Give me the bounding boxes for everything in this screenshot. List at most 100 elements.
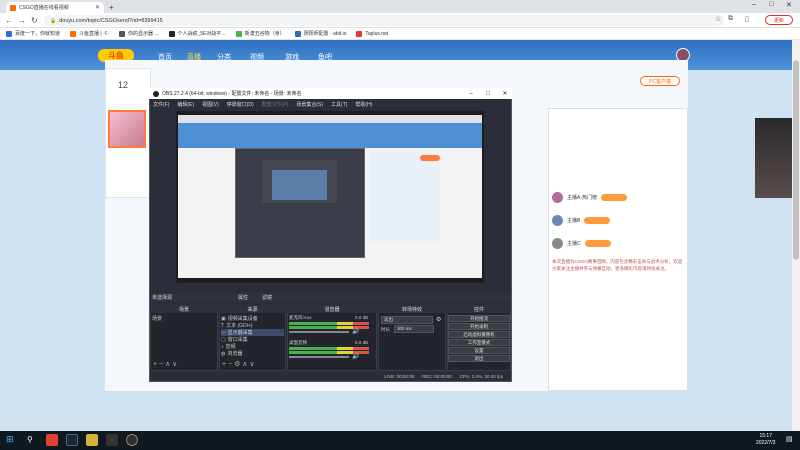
mixer-meter xyxy=(289,322,369,325)
5e-icon xyxy=(168,30,175,37)
pc-client-button[interactable]: PC客户端 xyxy=(640,76,680,86)
text-icon: T xyxy=(221,322,225,329)
minimize-icon[interactable]: – xyxy=(752,1,756,8)
close-window-icon[interactable]: ✕ xyxy=(786,1,792,9)
studio-mode-button[interactable]: 工作室模式 xyxy=(448,339,510,346)
no-source-label: 未选择源 xyxy=(152,295,173,301)
obs-statusbar: LIVE: 00:00:00 REC: 00:00:00 CPU: 2.4%, … xyxy=(150,372,511,380)
clock-date: 2022/7/3 xyxy=(756,440,776,446)
transition-select[interactable]: 淡出 xyxy=(381,316,433,324)
source-item[interactable]: T 文本 (GDI+) xyxy=(221,322,284,330)
start-recording-button[interactable]: 开始录制 xyxy=(448,323,510,330)
bookmark-item[interactable]: 你的显示器 ... xyxy=(118,30,159,37)
mute-icon[interactable]: 🔊 xyxy=(352,328,359,335)
source-item[interactable]: ◍ 浏览器 xyxy=(221,350,284,358)
right-panel xyxy=(548,108,688,391)
follower-count: 12 xyxy=(118,80,129,90)
baidu-icon xyxy=(6,30,12,37)
extensions-icon[interactable]: ⧉ xyxy=(728,15,733,23)
bookmark-item[interactable]: 个人战绩_5E对战平... xyxy=(168,30,226,37)
mixer-track-label: 桌面音频 xyxy=(289,340,307,345)
scene-dock-tools[interactable]: + − ∧ ∨ xyxy=(153,360,177,368)
source-item[interactable]: ▭ 显示器采集 xyxy=(221,329,284,336)
menu-edit[interactable]: 编辑(E) xyxy=(177,101,194,108)
obs-titlebar: OBS 27.2.4 (64-bit, windows) - 配置文件: 未命名… xyxy=(149,88,512,99)
forward-icon[interactable]: → xyxy=(18,16,26,25)
filters-button[interactable]: 滤镜 xyxy=(262,294,272,301)
bookmark-item[interactable]: Taplus.net xyxy=(356,30,388,37)
taskbar-clock[interactable]: 15:17 2022/7/3 xyxy=(756,433,775,447)
menu-scene-collection[interactable]: 场景集合(S) xyxy=(296,101,323,108)
bookmark-icon xyxy=(235,30,242,37)
rec-status: REC: 00:00:00 xyxy=(422,373,452,379)
tab-close-icon[interactable]: ✕ xyxy=(95,4,100,11)
preview-taskbar xyxy=(178,278,482,282)
rank-row[interactable]: 主播B xyxy=(552,215,611,226)
app-icon[interactable] xyxy=(86,434,98,446)
virtual-camera-button[interactable]: 启动虚拟摄像机 xyxy=(448,331,510,338)
search-icon[interactable]: ⚲ xyxy=(27,435,33,444)
mixer-track-label: 麦克风/Aux xyxy=(289,315,312,320)
browser-tab[interactable]: CSGO直播在线看视频 ✕ xyxy=(6,2,104,13)
clock-time: 15:17 xyxy=(759,433,772,439)
mute-icon[interactable]: 🔊 xyxy=(352,353,359,360)
preview-side-panel xyxy=(370,152,440,242)
source-item[interactable]: ▢ 窗口采集 xyxy=(221,336,284,344)
scene-list-item[interactable]: 场景 xyxy=(152,315,216,322)
reload-icon[interactable]: ↻ xyxy=(31,16,38,25)
duration-input[interactable]: 300 ms xyxy=(394,325,434,333)
mixer-meter xyxy=(289,347,369,350)
source-dock-tools[interactable]: + − ⚙ ∧ ∨ xyxy=(222,360,254,368)
obs-close-icon[interactable]: ✕ xyxy=(498,90,512,97)
mixer-track-db: 0.0 dB xyxy=(355,340,369,345)
bookmarks-bar: 百度一下，你就知道 斗鱼直播 | ·ʕ· 你的显示器 ... 个人战绩_5E对战… xyxy=(0,28,800,40)
transition-settings-icon[interactable]: ⚙ xyxy=(436,316,441,323)
exit-button[interactable]: 退出 xyxy=(448,355,510,362)
sidebar-icon[interactable]: ▯ xyxy=(745,15,749,23)
obs-minimize-icon[interactable]: – xyxy=(464,91,478,97)
bookmark-star-icon[interactable]: ☆ xyxy=(715,15,721,23)
source-item[interactable]: ▣ 视频采集设备 xyxy=(221,315,284,323)
page-scroll-thumb[interactable] xyxy=(793,60,799,260)
bookmark-item[interactable]: 新澳五谷物（身） xyxy=(235,30,285,37)
steam-icon[interactable] xyxy=(66,434,78,446)
tab-strip xyxy=(0,0,800,13)
back-icon[interactable]: ← xyxy=(5,16,13,25)
menu-docks[interactable]: 停靠窗口(D) xyxy=(227,101,254,108)
preview-browser-bar xyxy=(178,115,482,123)
douyu-icon xyxy=(70,30,77,37)
duration-label: 时长 xyxy=(381,327,390,332)
obs-maximize-icon[interactable]: □ xyxy=(481,91,495,97)
bookmark-item[interactable]: 阴阳师配置 · abit.io xyxy=(294,30,346,37)
app-icon[interactable] xyxy=(106,434,118,446)
chrome-icon[interactable] xyxy=(46,434,58,446)
menu-file[interactable]: 文件(F) xyxy=(153,101,169,108)
new-tab-button[interactable]: + xyxy=(109,3,114,12)
start-streaming-button[interactable]: 开始推流 xyxy=(448,315,510,322)
menu-view[interactable]: 视图(V) xyxy=(202,101,219,108)
update-button[interactable]: 更新 xyxy=(765,15,793,25)
menu-tools[interactable]: 工具(T) xyxy=(331,101,347,108)
menu-profile[interactable]: 配置文件(P) xyxy=(262,101,289,108)
settings-button[interactable]: 设置 xyxy=(448,347,510,354)
volume-slider[interactable] xyxy=(289,331,349,333)
windows-start-icon[interactable]: ⊞ xyxy=(6,434,14,445)
anchor-avatar[interactable] xyxy=(108,110,146,148)
volume-slider[interactable] xyxy=(289,356,349,358)
display-icon: ▭ xyxy=(221,329,226,336)
bookmark-item[interactable]: 百度一下，你就知道 xyxy=(6,30,60,37)
preview-site-header xyxy=(178,123,482,148)
badge-icon xyxy=(584,240,611,247)
source-item[interactable]: ♪ 音频 xyxy=(221,343,284,351)
rank-row[interactable]: 主播C xyxy=(552,238,611,249)
address-bar[interactable]: 🔒 douyu.com/topic/CSGOsend?rid=8399415 xyxy=(44,15,724,26)
obs-taskbar-icon[interactable] xyxy=(126,434,138,446)
rank-row[interactable]: 主播A·热门榜 xyxy=(552,192,628,203)
notification-icon[interactable]: ▤ xyxy=(786,435,793,443)
maximize-icon[interactable]: □ xyxy=(769,1,773,8)
menu-help[interactable]: 帮助(H) xyxy=(355,101,372,108)
properties-button[interactable]: 属性 xyxy=(238,294,248,301)
sources-dock-title: 来源 xyxy=(219,305,286,313)
preview-nested-preview-inner xyxy=(272,170,327,200)
bookmark-item[interactable]: 斗鱼直播 | ·ʕ· xyxy=(70,30,109,37)
